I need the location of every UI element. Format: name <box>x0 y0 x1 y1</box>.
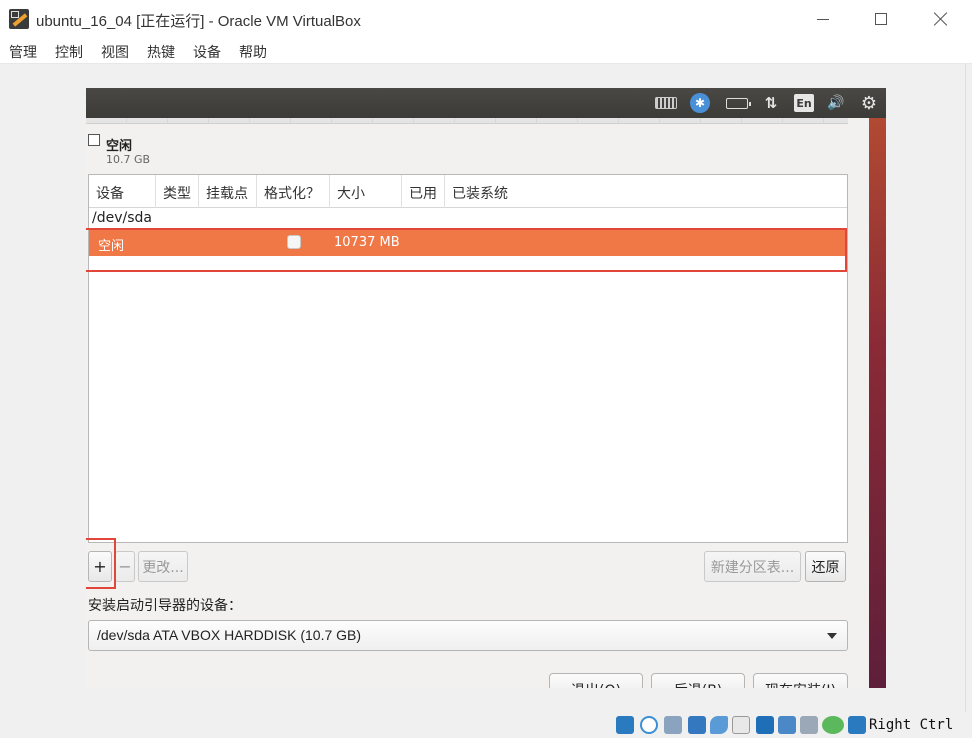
vm-status-bar: Right Ctrl <box>0 712 972 738</box>
mouse-integration-icon[interactable] <box>822 716 844 734</box>
recording-icon[interactable] <box>778 716 796 734</box>
partition-table[interactable]: 设备 类型 挂载点 格式化？ 大小 已用 已装系统 /dev/sda 空闲 10… <box>88 174 848 543</box>
remove-partition-button[interactable]: − <box>115 551 135 582</box>
boot-loader-value: /dev/sda ATA VBOX HARDDISK (10.7 GB) <box>97 627 362 643</box>
menu-item-devices[interactable]: 设备 <box>193 42 221 62</box>
change-partition-button[interactable]: 更改... <box>138 551 188 582</box>
accessibility-icon[interactable]: ✱ <box>690 93 710 113</box>
network-adapter-icon[interactable] <box>688 716 706 734</box>
boot-loader-select[interactable]: /dev/sda ATA VBOX HARDDISK (10.7 GB) <box>88 620 848 651</box>
cell-device: 空闲 <box>98 239 125 254</box>
guest-screen[interactable]: ✱ ⇅ En 🔊 ⚙ 空闲 10.7 GB 设备 类型 挂载点 格式化？ 大小 … <box>86 88 886 688</box>
shared-folders-icon[interactable] <box>732 716 750 734</box>
partition-bar-swatch <box>88 134 100 146</box>
ubuntu-top-panel: ✱ ⇅ En 🔊 ⚙ <box>86 88 886 118</box>
optical-drive-icon[interactable] <box>640 716 658 734</box>
partition-bar-label: 空闲 <box>106 139 133 154</box>
menu-bar: 管理 控制 视图 热键 设备 帮助 <box>0 38 972 64</box>
usb-icon[interactable] <box>710 716 728 734</box>
back-button[interactable]: 后退(B) <box>651 673 745 688</box>
install-now-button[interactable]: 现在安装(I) <box>753 673 848 688</box>
cell-size: 10737 MB <box>334 235 400 250</box>
desktop-wallpaper <box>869 118 886 688</box>
vt-x-icon[interactable] <box>800 716 818 734</box>
menu-item-hotkeys[interactable]: 热键 <box>147 42 175 62</box>
maximize-icon <box>875 13 887 25</box>
add-partition-button[interactable]: + <box>88 551 112 582</box>
window-title: ubuntu_16_04 [正在运行] - Oracle VM VirtualB… <box>36 13 361 30</box>
title-bar: ubuntu_16_04 [正在运行] - Oracle VM VirtualB… <box>0 0 972 38</box>
column-header-type[interactable]: 类型 <box>156 175 199 208</box>
column-header-mount-point[interactable]: 挂载点 <box>199 175 257 208</box>
language-indicator: En <box>794 94 814 112</box>
minimize-button[interactable] <box>800 4 846 34</box>
device-group-row[interactable]: /dev/sda <box>92 210 152 226</box>
network-icon[interactable]: ⇅ <box>760 94 782 112</box>
virtualbox-app-icon <box>9 9 29 29</box>
installer-dialog: 空闲 10.7 GB 设备 类型 挂载点 格式化？ 大小 已用 已装系统 /de… <box>86 118 869 688</box>
column-header-installed-system[interactable]: 已装系统 <box>445 175 847 208</box>
column-header-used[interactable]: 已用 <box>402 175 445 208</box>
battery-icon[interactable] <box>724 94 751 112</box>
menu-item-control[interactable]: 控制 <box>55 42 83 62</box>
partition-bar-edge <box>86 118 848 124</box>
menu-item-view[interactable]: 视图 <box>101 42 129 62</box>
new-partition-table-button[interactable]: 新建分区表... <box>704 551 801 582</box>
volume-icon[interactable]: 🔊 <box>824 94 848 112</box>
gear-icon[interactable]: ⚙ <box>858 93 880 114</box>
keyboard-capture-icon[interactable] <box>848 716 866 734</box>
display-icon[interactable] <box>756 716 774 734</box>
table-header: 设备 类型 挂载点 格式化？ 大小 已用 已装系统 <box>89 175 847 208</box>
column-header-format[interactable]: 格式化？ <box>257 175 330 208</box>
revert-button[interactable]: 还原 <box>805 551 846 582</box>
menu-item-help[interactable]: 帮助 <box>239 42 267 62</box>
boot-loader-label: 安装启动引导器的设备： <box>88 598 242 614</box>
minimize-icon <box>817 18 829 20</box>
audio-icon[interactable] <box>664 716 682 734</box>
close-icon <box>934 12 948 26</box>
column-header-size[interactable]: 大小 <box>330 175 402 208</box>
partition-bar-size: 10.7 GB <box>106 153 151 166</box>
language-icon[interactable]: En <box>794 94 814 112</box>
close-window-button[interactable] <box>918 4 964 34</box>
maximize-button[interactable] <box>858 4 904 34</box>
host-scrollbar[interactable] <box>965 64 972 712</box>
chevron-down-icon <box>827 633 837 639</box>
host-key-label: Right Ctrl <box>869 717 954 733</box>
table-row-free-space[interactable]: 空闲 10737 MB <box>89 229 847 256</box>
quit-button[interactable]: 退出(Q) <box>549 673 643 688</box>
column-header-device[interactable]: 设备 <box>89 175 156 208</box>
keyboard-icon[interactable] <box>654 94 678 112</box>
menu-item-manage[interactable]: 管理 <box>9 42 37 62</box>
hard-disk-icon[interactable] <box>616 716 634 734</box>
partition-action-buttons: + − 更改... 新建分区表... 还原 <box>88 551 848 583</box>
format-checkbox[interactable] <box>287 235 301 249</box>
